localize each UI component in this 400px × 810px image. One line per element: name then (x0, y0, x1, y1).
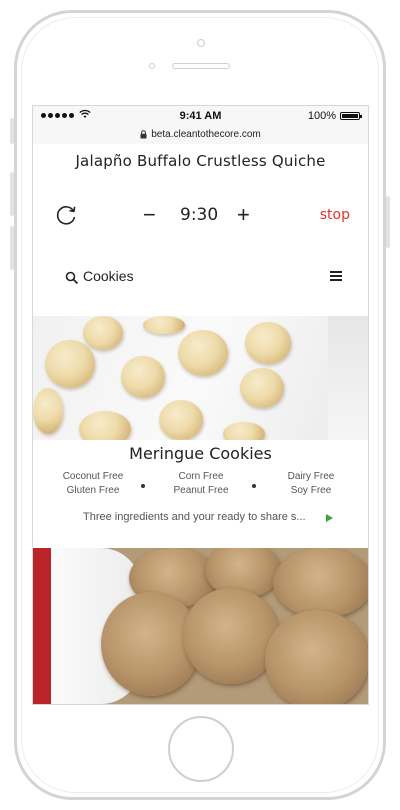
tag-label: Corn Free (178, 471, 224, 482)
card-title[interactable]: Meringue Cookies (33, 444, 368, 463)
tag-label: Soy Free (290, 485, 332, 496)
tag-label: Dairy Free (287, 471, 335, 482)
cookie (265, 610, 368, 704)
power-button (386, 196, 390, 248)
tag-column: Corn Free Peanut Free (161, 470, 241, 498)
battery-icon (340, 112, 362, 120)
cookie (183, 588, 279, 684)
phone-screen: 9:41 AM 100% beta.cleantothecore.com Jal… (32, 105, 369, 705)
play-icon[interactable] (326, 514, 333, 522)
search-icon[interactable] (65, 271, 79, 285)
meringue (223, 422, 265, 440)
meringue (121, 356, 165, 398)
meringue (240, 368, 284, 408)
mute-switch (10, 118, 14, 144)
hamburger-menu-icon[interactable] (330, 271, 342, 281)
cookies-image[interactable] (33, 548, 368, 704)
timer-display: 9:30 (180, 205, 219, 225)
cookie (273, 548, 368, 618)
tag-column: Dairy Free Soy Free (271, 470, 351, 498)
search-query[interactable]: Cookies (83, 268, 134, 284)
tag-label: Peanut Free (173, 485, 229, 496)
proximity-sensor (149, 63, 155, 69)
meringue-cookies-image[interactable] (33, 316, 368, 440)
refresh-icon[interactable] (53, 202, 79, 228)
increase-time-button[interactable]: + (237, 202, 250, 228)
battery-percent: 100% (307, 110, 336, 122)
decrease-time-button[interactable]: − (143, 202, 156, 228)
tag-label: Coconut Free (62, 471, 124, 482)
marble-background (328, 316, 368, 440)
home-button[interactable] (168, 716, 234, 782)
meringue (143, 316, 185, 334)
meringue (79, 411, 131, 440)
card-description[interactable]: Three ingredients and your ready to shar… (83, 511, 333, 523)
meringue (178, 330, 228, 376)
tag-separator (252, 484, 256, 488)
tag-column: Coconut Free Gluten Free (53, 470, 133, 498)
meringue (83, 316, 123, 350)
volume-up-button (10, 172, 14, 216)
earpiece-speaker (172, 63, 230, 69)
stop-button[interactable]: stop (320, 202, 350, 228)
battery-fill (342, 114, 358, 118)
meringue (33, 388, 63, 434)
timer-controls: − 9:30 + stop (33, 202, 368, 232)
meringue (45, 340, 95, 388)
meringue (159, 400, 203, 440)
volume-down-button (10, 226, 14, 270)
search-bar[interactable]: Cookies (33, 266, 368, 290)
front-camera (197, 39, 205, 47)
tag-separator (141, 484, 145, 488)
tag-label: Gluten Free (66, 485, 120, 496)
lock-icon (140, 129, 147, 138)
status-bar: 9:41 AM 100% (33, 106, 368, 126)
address-bar[interactable]: beta.cleantothecore.com (33, 124, 368, 144)
url-text: beta.cleantothecore.com (151, 128, 261, 140)
meringue (245, 322, 291, 364)
recipe-title: Jalapño Buffalo Crustless Quiche (75, 152, 326, 170)
